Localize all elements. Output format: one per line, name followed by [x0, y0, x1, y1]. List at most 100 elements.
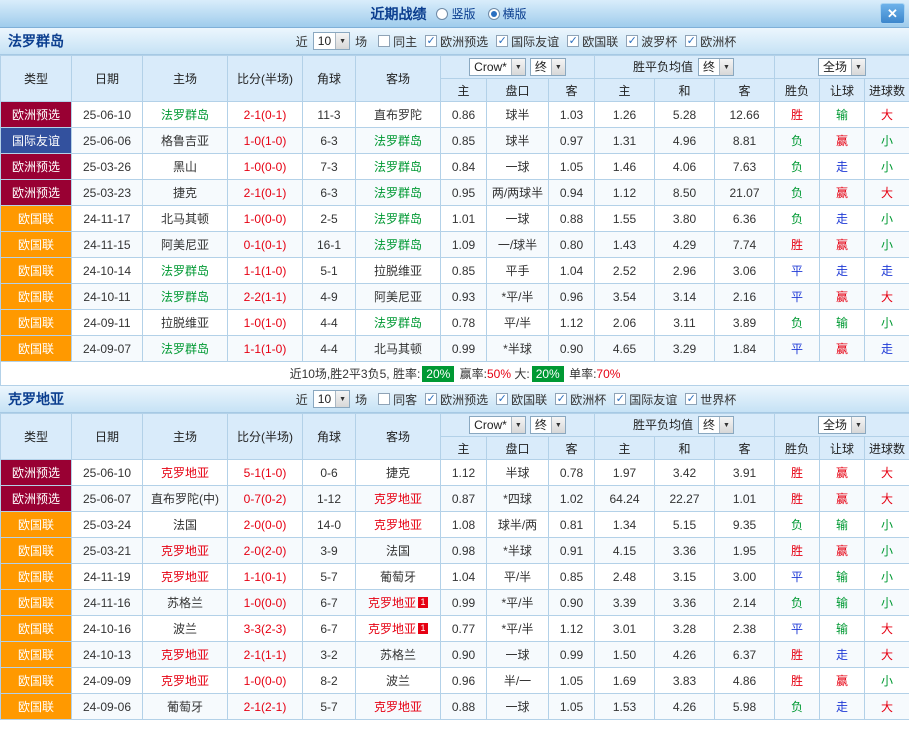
handicap-cell: 一/球半 [487, 232, 549, 258]
away-odds-cell: 0.91 [549, 538, 595, 564]
avg-draw-cell: 22.27 [655, 486, 715, 512]
checkbox-checked[interactable]: ✓ [425, 393, 437, 405]
league-cell: 欧国联 [1, 590, 72, 616]
match-row: 欧国联24-10-13克罗地亚2-1(1-1)3-2苏格兰0.90一球0.991… [1, 642, 909, 668]
radio-vertical-layout[interactable]: 竖版 [436, 5, 475, 22]
date-cell: 24-09-09 [72, 668, 143, 694]
same-venue-filter[interactable]: 同主 [378, 33, 417, 50]
competition-filter[interactable]: ✓欧洲杯 [555, 391, 606, 408]
checkbox-checked[interactable]: ✓ [496, 35, 508, 47]
corner-cell: 3-2 [303, 642, 356, 668]
league-cell: 欧国联 [1, 232, 72, 258]
checkbox-checked[interactable]: ✓ [496, 393, 508, 405]
competition-label: 欧国联 [511, 391, 547, 408]
avg-away-cell: 6.36 [715, 206, 775, 232]
score-cell: 1-1(0-1) [228, 564, 303, 590]
score-cell: 2-0(0-0) [228, 512, 303, 538]
radio-button-icon[interactable] [488, 8, 500, 20]
checkbox-checked[interactable]: ✓ [685, 393, 697, 405]
check-icon: ✓ [427, 394, 436, 404]
avg-away-cell: 1.95 [715, 538, 775, 564]
corner-cell: 5-7 [303, 694, 356, 720]
handicap-result-cell: 走 [820, 258, 865, 284]
checkbox-checked[interactable]: ✓ [685, 35, 697, 47]
date-cell: 24-11-15 [72, 232, 143, 258]
checkbox-checked[interactable]: ✓ [567, 35, 579, 47]
avg-stage-select[interactable]: 终▼ [698, 416, 734, 434]
bookmaker-select[interactable]: Crow*▼ [469, 58, 526, 76]
near-label: 近 [296, 391, 308, 408]
avg-home-cell: 1.55 [595, 206, 655, 232]
avg-draw-cell: 3.29 [655, 336, 715, 362]
competition-filter[interactable]: ✓世界杯 [685, 391, 736, 408]
checkbox-checked[interactable]: ✓ [614, 393, 626, 405]
away-team-cell: 阿美尼亚 [356, 284, 441, 310]
games-count-select[interactable]: 10▼ [313, 32, 350, 50]
checkbox-checked[interactable]: ✓ [425, 35, 437, 47]
match-row: 欧国联24-11-15阿美尼亚0-1(0-1)16-1法罗群岛1.09一/球半0… [1, 232, 909, 258]
radio-horizontal-layout[interactable]: 横版 [488, 5, 527, 22]
league-cell: 欧国联 [1, 258, 72, 284]
checkbox-unchecked[interactable] [378, 393, 390, 405]
close-button[interactable]: ✕ [880, 3, 905, 24]
dropdown-arrow-icon: ▼ [551, 417, 565, 433]
check-icon: ✓ [616, 394, 625, 404]
summary-text: 赢率: [456, 367, 487, 381]
avg-home-cell: 1.31 [595, 128, 655, 154]
goals-result-cell: 大 [865, 284, 909, 310]
competition-filter[interactable]: ✓欧国联 [567, 33, 618, 50]
scope-select[interactable]: 全场▼ [818, 416, 866, 434]
result-cell: 平 [775, 564, 820, 590]
corner-cell: 16-1 [303, 232, 356, 258]
away-team-cell: 捷克 [356, 460, 441, 486]
competition-filter[interactable]: ✓ 国际友谊 [614, 391, 677, 408]
matches-table: 类型日期主场比分(半场)角球客场Crow*▼终▼胜平负均值终▼全场▼主盘口客主和… [0, 55, 909, 386]
bookmaker-select[interactable]: Crow*▼ [469, 416, 526, 434]
date-cell: 25-03-23 [72, 180, 143, 206]
type-column-header: 类型 [1, 414, 72, 460]
competition-filter[interactable]: ✓波罗杯 [626, 33, 677, 50]
score-cell: 1-0(0-0) [228, 206, 303, 232]
summary-text: 70% [596, 367, 620, 381]
odds-stage-select[interactable]: 终▼ [530, 416, 566, 434]
home-team-cell: 克罗地亚 [143, 460, 228, 486]
competition-filter[interactable]: ✓国际友谊 [496, 33, 559, 50]
games-count-select[interactable]: 10▼ [313, 390, 350, 408]
league-cell: 欧国联 [1, 206, 72, 232]
avg-draw-cell: 3.28 [655, 616, 715, 642]
competition-label: 国际友谊 [629, 391, 677, 408]
away-odds-cell: 0.96 [549, 284, 595, 310]
competition-filter[interactable]: ✓欧国联 [496, 391, 547, 408]
odds-stage-select[interactable]: 终▼ [530, 58, 566, 76]
match-row: 欧洲预选25-06-07直布罗陀(中)0-7(0-2)1-12克罗地亚0.87*… [1, 486, 909, 512]
avg-home-cell: 1.43 [595, 232, 655, 258]
match-row: 欧国联24-10-14法罗群岛1-1(1-0)5-1拉脱维亚0.85平手1.04… [1, 258, 909, 284]
radio-button-icon[interactable] [436, 8, 448, 20]
handicap-result-cell: 输 [820, 564, 865, 590]
competition-filter[interactable]: ✓欧洲预选 [425, 33, 488, 50]
summary-row: 近10场,胜2平3负5, 胜率:20% 赢率:50% 大:20% 单率:70% [1, 362, 909, 386]
checkbox-unchecked[interactable] [378, 35, 390, 47]
avg-away-cell: 3.91 [715, 460, 775, 486]
avg-draw-cell: 3.14 [655, 284, 715, 310]
corner-cell: 4-4 [303, 310, 356, 336]
corner-cell: 4-4 [303, 336, 356, 362]
home-team-cell: 克罗地亚 [143, 642, 228, 668]
avg-stage-select[interactable]: 终▼ [698, 58, 734, 76]
checkbox-checked[interactable]: ✓ [626, 35, 638, 47]
scope-select[interactable]: 全场▼ [818, 58, 866, 76]
checkbox-checked[interactable]: ✓ [555, 393, 567, 405]
home-team-cell: 法罗群岛 [143, 284, 228, 310]
competition-label: 欧洲预选 [440, 33, 488, 50]
check-icon: ✓ [687, 394, 696, 404]
goals-result-cell: 小 [865, 128, 909, 154]
corner-cell: 1-12 [303, 486, 356, 512]
competition-filter[interactable]: ✓欧洲杯 [685, 33, 736, 50]
competition-filter[interactable]: ✓欧洲预选 [425, 391, 488, 408]
goals-result-cell: 走 [865, 336, 909, 362]
result-cell: 负 [775, 694, 820, 720]
corner-column-header: 角球 [303, 414, 356, 460]
corner-cell: 8-2 [303, 668, 356, 694]
same-venue-filter[interactable]: 同客 [378, 391, 417, 408]
away-team-cell: 拉脱维亚 [356, 258, 441, 284]
